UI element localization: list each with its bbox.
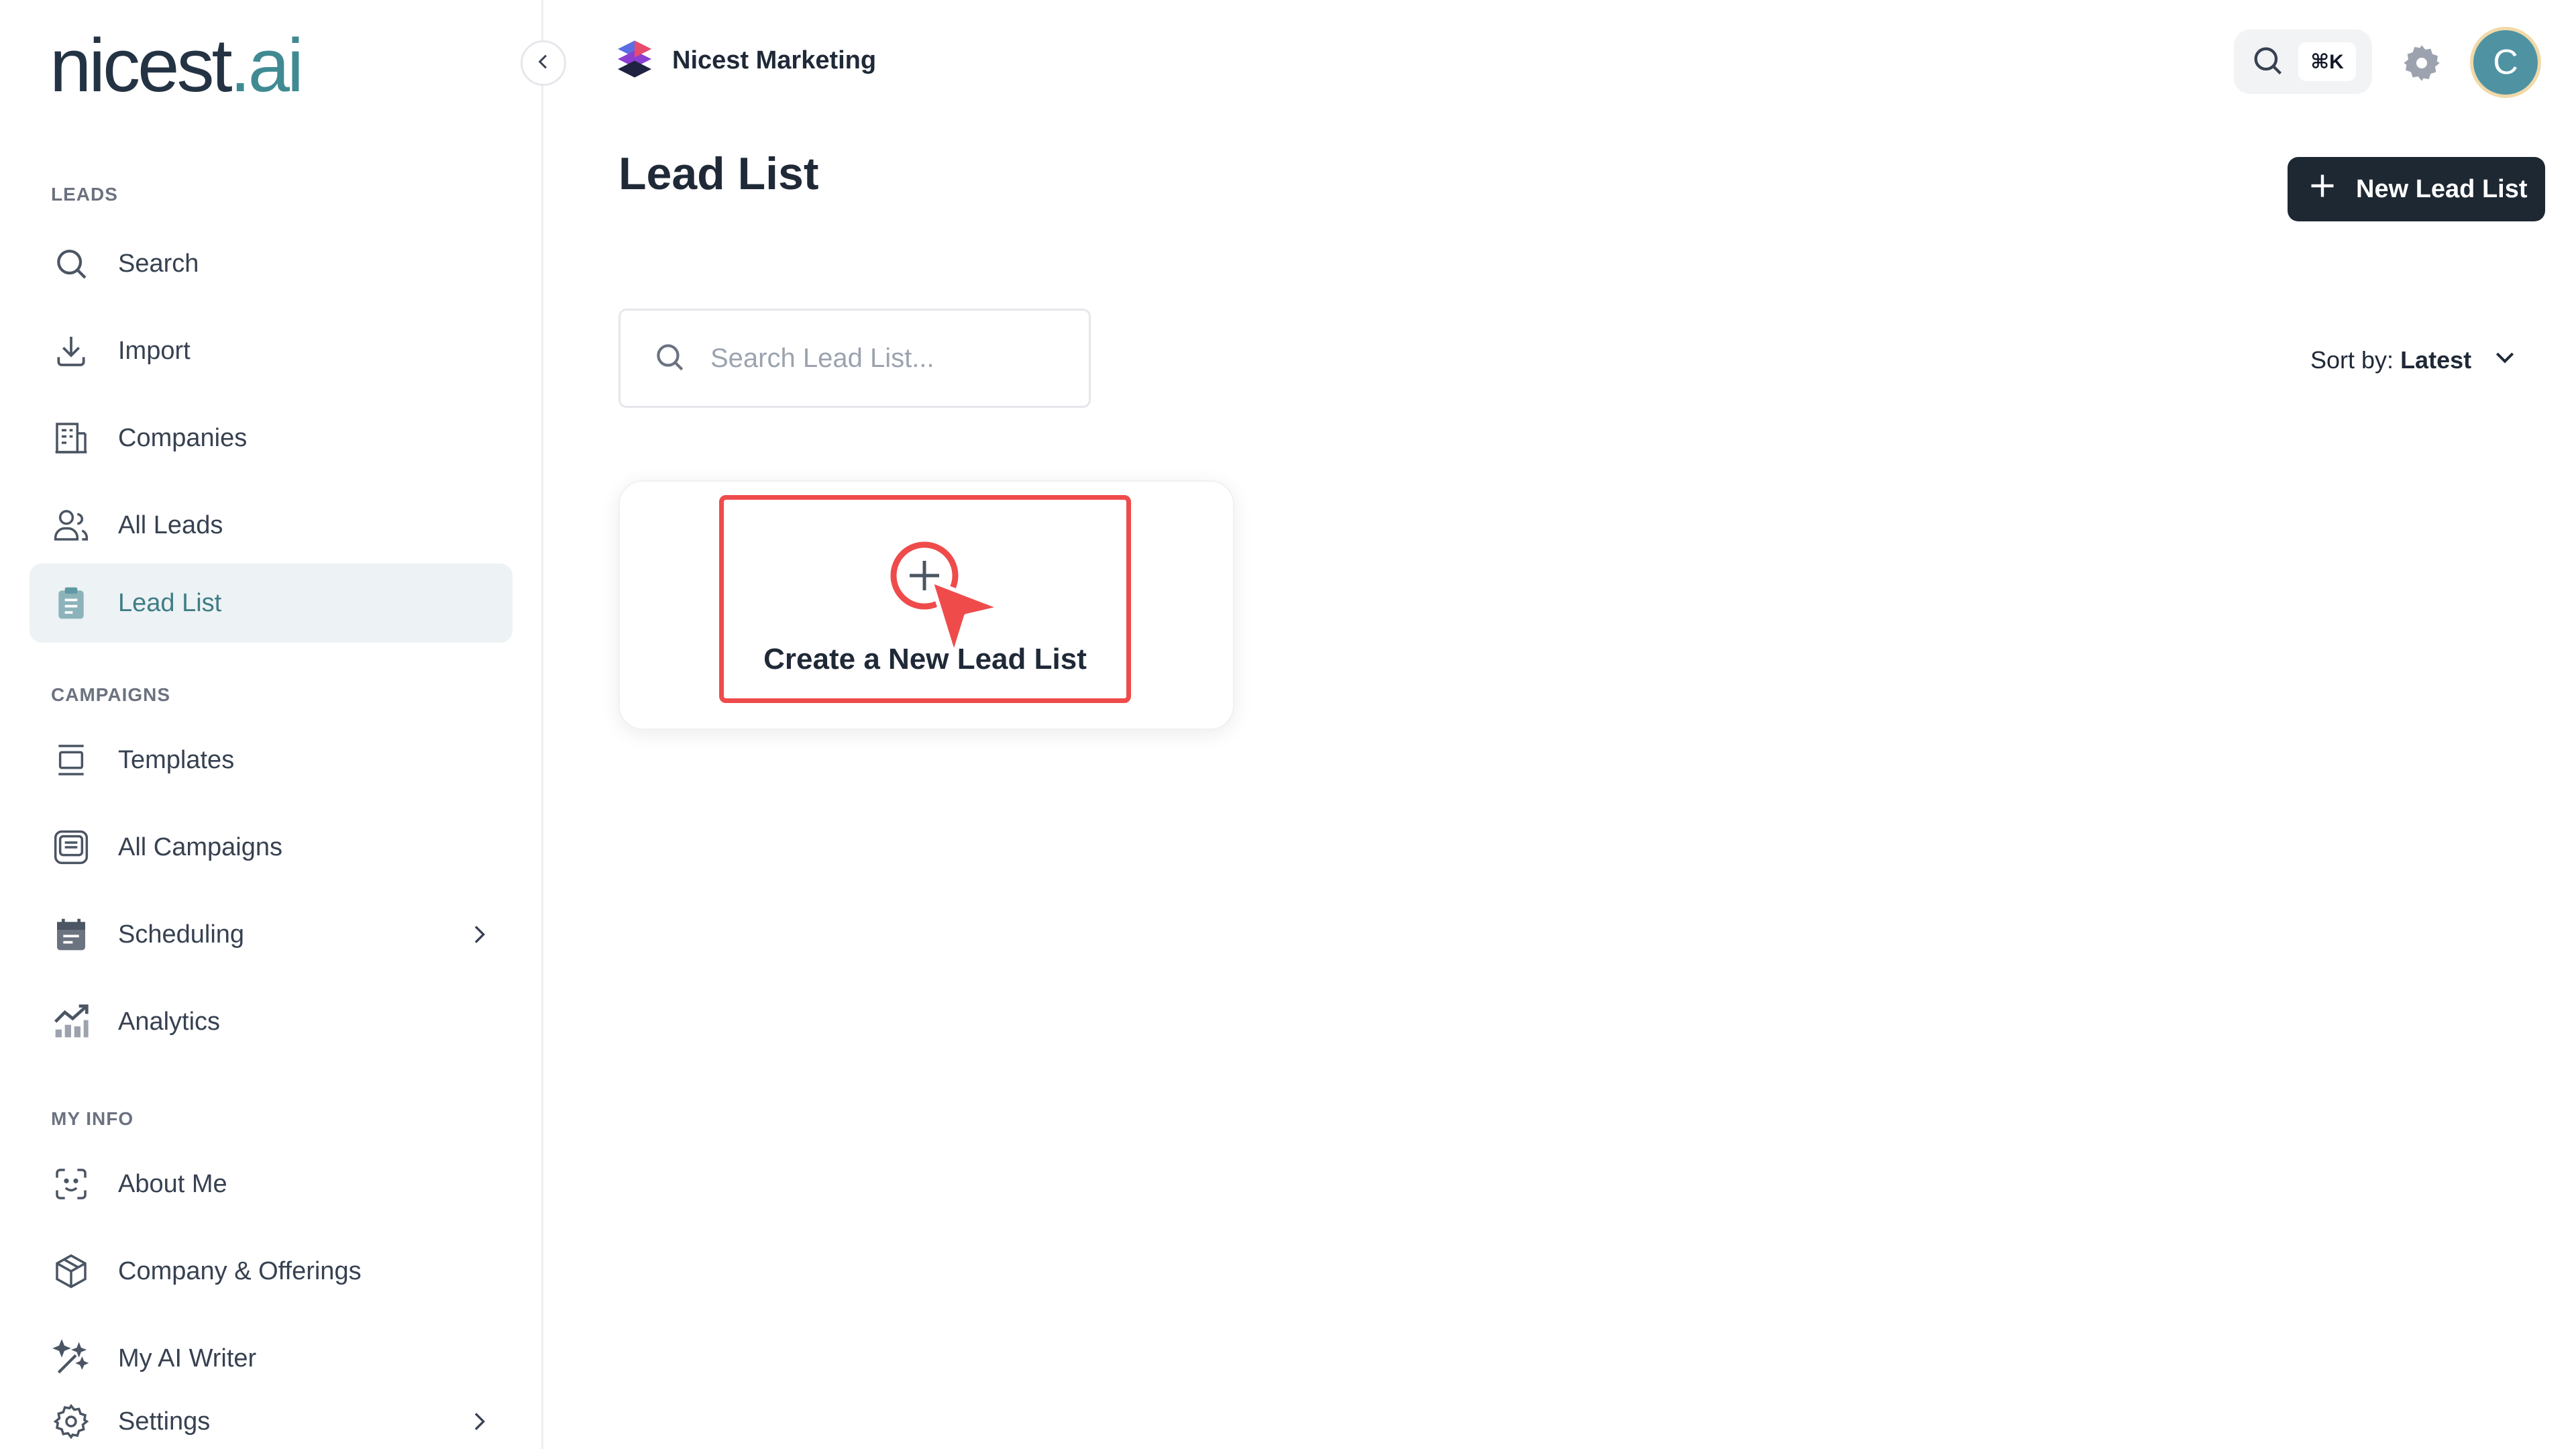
workspace-name: Nicest Marketing: [672, 46, 877, 74]
sort-value: Latest: [2400, 345, 2472, 374]
sidebar-item-label: Import: [118, 336, 191, 365]
sidebar-item-all-campaigns[interactable]: All Campaigns: [30, 808, 513, 887]
clipboard-list-icon: [51, 583, 91, 623]
sidebar-item-label: Analytics: [118, 1007, 221, 1036]
sidebar-item-label: Settings: [118, 1407, 211, 1436]
sidebar-item-label: About Me: [118, 1169, 227, 1198]
sidebar-item-search[interactable]: Search: [30, 224, 513, 303]
section-label-campaigns: CAMPAIGNS: [51, 684, 171, 705]
plus-icon: [2308, 171, 2337, 207]
sidebar-item-import[interactable]: Import: [30, 311, 513, 390]
sidebar-item-label: All Leads: [118, 511, 223, 539]
sidebar-item-lead-list[interactable]: Lead List: [30, 564, 513, 643]
box-icon: [51, 1251, 91, 1291]
calendar-icon: [51, 914, 91, 955]
global-search-button[interactable]: ⌘K: [2234, 30, 2372, 94]
shortcut-badge: ⌘K: [2298, 42, 2356, 81]
sidebar-item-label: My AI Writer: [118, 1344, 257, 1373]
search-icon: [51, 244, 91, 284]
building-icon: [51, 418, 91, 458]
sidebar-item-all-leads[interactable]: All Leads: [30, 486, 513, 565]
sidebar: nicest.ai LEADS Search Import Companies …: [0, 0, 543, 1449]
inbox-icon: [51, 827, 91, 867]
users-icon: [51, 505, 91, 545]
sidebar-item-label: Search: [118, 249, 199, 278]
avatar-initial: C: [2493, 43, 2518, 82]
section-label-my-info: MY INFO: [51, 1108, 134, 1129]
sidebar-item-label: Templates: [118, 745, 235, 774]
workspace-logo-icon: [614, 39, 655, 83]
search-icon: [2250, 43, 2285, 81]
sidebar-item-label: Lead List: [118, 588, 222, 617]
chevron-left-icon: [533, 51, 554, 76]
collapse-sidebar-button[interactable]: [521, 40, 566, 86]
sidebar-item-scheduling[interactable]: Scheduling: [30, 895, 513, 974]
new-lead-list-label: New Lead List: [2356, 174, 2528, 203]
chevron-right-icon: [466, 1408, 492, 1438]
sidebar-item-templates[interactable]: Templates: [30, 720, 513, 800]
sidebar-item-companies[interactable]: Companies: [30, 398, 513, 478]
new-lead-list-button[interactable]: New Lead List: [2288, 157, 2545, 221]
sidebar-item-label: Companies: [118, 423, 248, 452]
settings-button[interactable]: [2400, 42, 2443, 88]
search-icon: [653, 340, 686, 377]
sidebar-item-settings[interactable]: Settings: [30, 1382, 513, 1449]
avatar[interactable]: C: [2470, 27, 2541, 98]
sort-dropdown[interactable]: Sort by: Latest: [2310, 343, 2518, 376]
section-label-leads: LEADS: [51, 184, 118, 205]
magic-wand-icon: [51, 1338, 91, 1379]
download-icon: [51, 331, 91, 371]
chart-icon: [51, 1002, 91, 1042]
sidebar-item-label: All Campaigns: [118, 833, 282, 861]
sort-label: Sort by:: [2310, 345, 2394, 374]
sidebar-item-company-offerings[interactable]: Company & Offerings: [30, 1232, 513, 1311]
smile-icon: [51, 1164, 91, 1204]
chevron-right-icon: [466, 921, 492, 951]
sidebar-item-label: Scheduling: [118, 920, 245, 949]
sidebar-item-about-me[interactable]: About Me: [30, 1144, 513, 1224]
gear-icon: [2400, 45, 2443, 87]
create-lead-list-label: Create a New Lead List: [763, 643, 1087, 676]
sidebar-item-label: Company & Offerings: [118, 1256, 362, 1285]
workspace-switcher[interactable]: Nicest Marketing: [614, 39, 876, 83]
lead-list-search[interactable]: [619, 309, 1091, 408]
gear-icon: [51, 1401, 91, 1442]
sidebar-item-analytics[interactable]: Analytics: [30, 982, 513, 1061]
app-logo[interactable]: nicest.ai: [50, 28, 304, 103]
chevron-down-icon: [2491, 343, 2518, 376]
page-title: Lead List: [619, 148, 819, 199]
search-input[interactable]: [710, 343, 1059, 374]
template-icon: [51, 740, 91, 780]
